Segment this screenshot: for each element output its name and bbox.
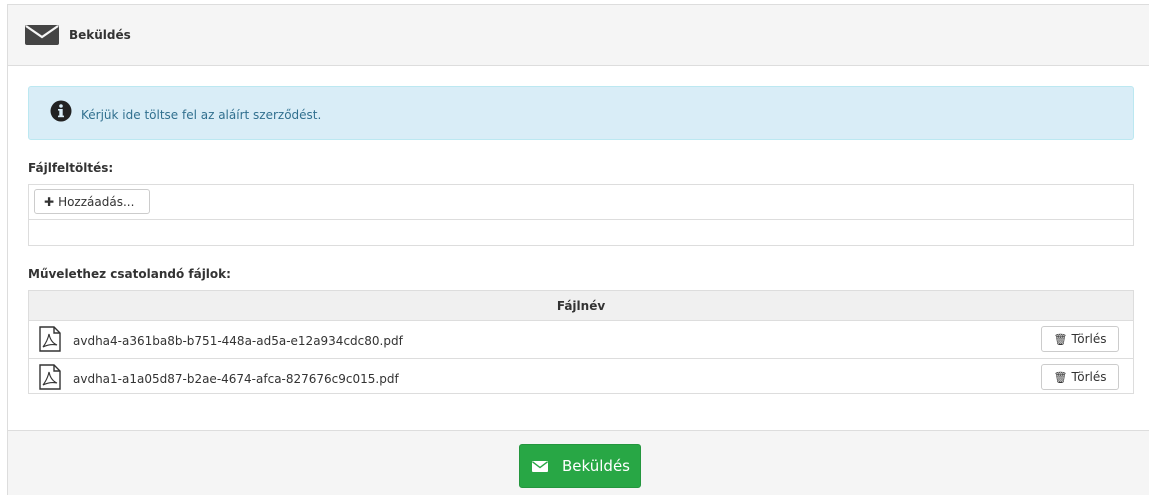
files-table: Fájlnév avdha4-a361ba8b-b751-448a-ad5a-e…: [28, 290, 1134, 394]
file-name: avdha1-a1a05d87-b2ae-4674-afca-827676c9c…: [73, 372, 399, 386]
trash-icon: 🗑: [1053, 333, 1068, 346]
pdf-file-icon: [39, 364, 61, 390]
envelope-icon: [25, 25, 59, 45]
add-file-button[interactable]: ✚ Hozzáadás...: [34, 189, 150, 214]
alert-message: Kérjük ide töltse fel az aláírt szerződé…: [81, 108, 322, 122]
info-alert: Kérjük ide töltse fel az aláírt szerződé…: [28, 86, 1134, 140]
table-row: avdha4-a361ba8b-b751-448a-ad5a-e12a934cd…: [29, 321, 1133, 358]
column-header-filename: Fájlnév: [29, 291, 1133, 321]
upload-divider: [29, 219, 1133, 220]
delete-file-button[interactable]: 🗑 Törlés: [1041, 326, 1119, 352]
submission-panel: Beküldés Kérjük ide töltse fel az aláírt…: [7, 4, 1149, 495]
table-row: avdha1-a1a05d87-b2ae-4674-afca-827676c9c…: [29, 358, 1133, 395]
upload-label: Fájlfeltöltés:: [28, 161, 114, 175]
delete-label: Törlés: [1071, 370, 1107, 384]
trash-icon: 🗑: [1053, 371, 1068, 384]
attached-files-label: Művelethez csatolandó fájlok:: [28, 267, 231, 281]
panel-title: Beküldés: [69, 28, 131, 42]
panel-header: Beküldés: [8, 5, 1149, 66]
add-file-label: Hozzáadás...: [58, 194, 135, 209]
submit-button[interactable]: Beküldés: [519, 444, 641, 488]
envelope-icon: [532, 461, 548, 472]
delete-file-button[interactable]: 🗑 Törlés: [1041, 364, 1119, 390]
upload-area: ✚ Hozzáadás...: [28, 184, 1134, 246]
plus-icon: ✚: [44, 194, 55, 209]
info-circle-icon: [50, 100, 72, 122]
panel-footer: Beküldés: [8, 430, 1149, 495]
pdf-file-icon: [39, 326, 61, 352]
delete-label: Törlés: [1071, 332, 1107, 346]
submit-label: Beküldés: [562, 457, 630, 475]
file-name: avdha4-a361ba8b-b751-448a-ad5a-e12a934cd…: [73, 334, 403, 348]
